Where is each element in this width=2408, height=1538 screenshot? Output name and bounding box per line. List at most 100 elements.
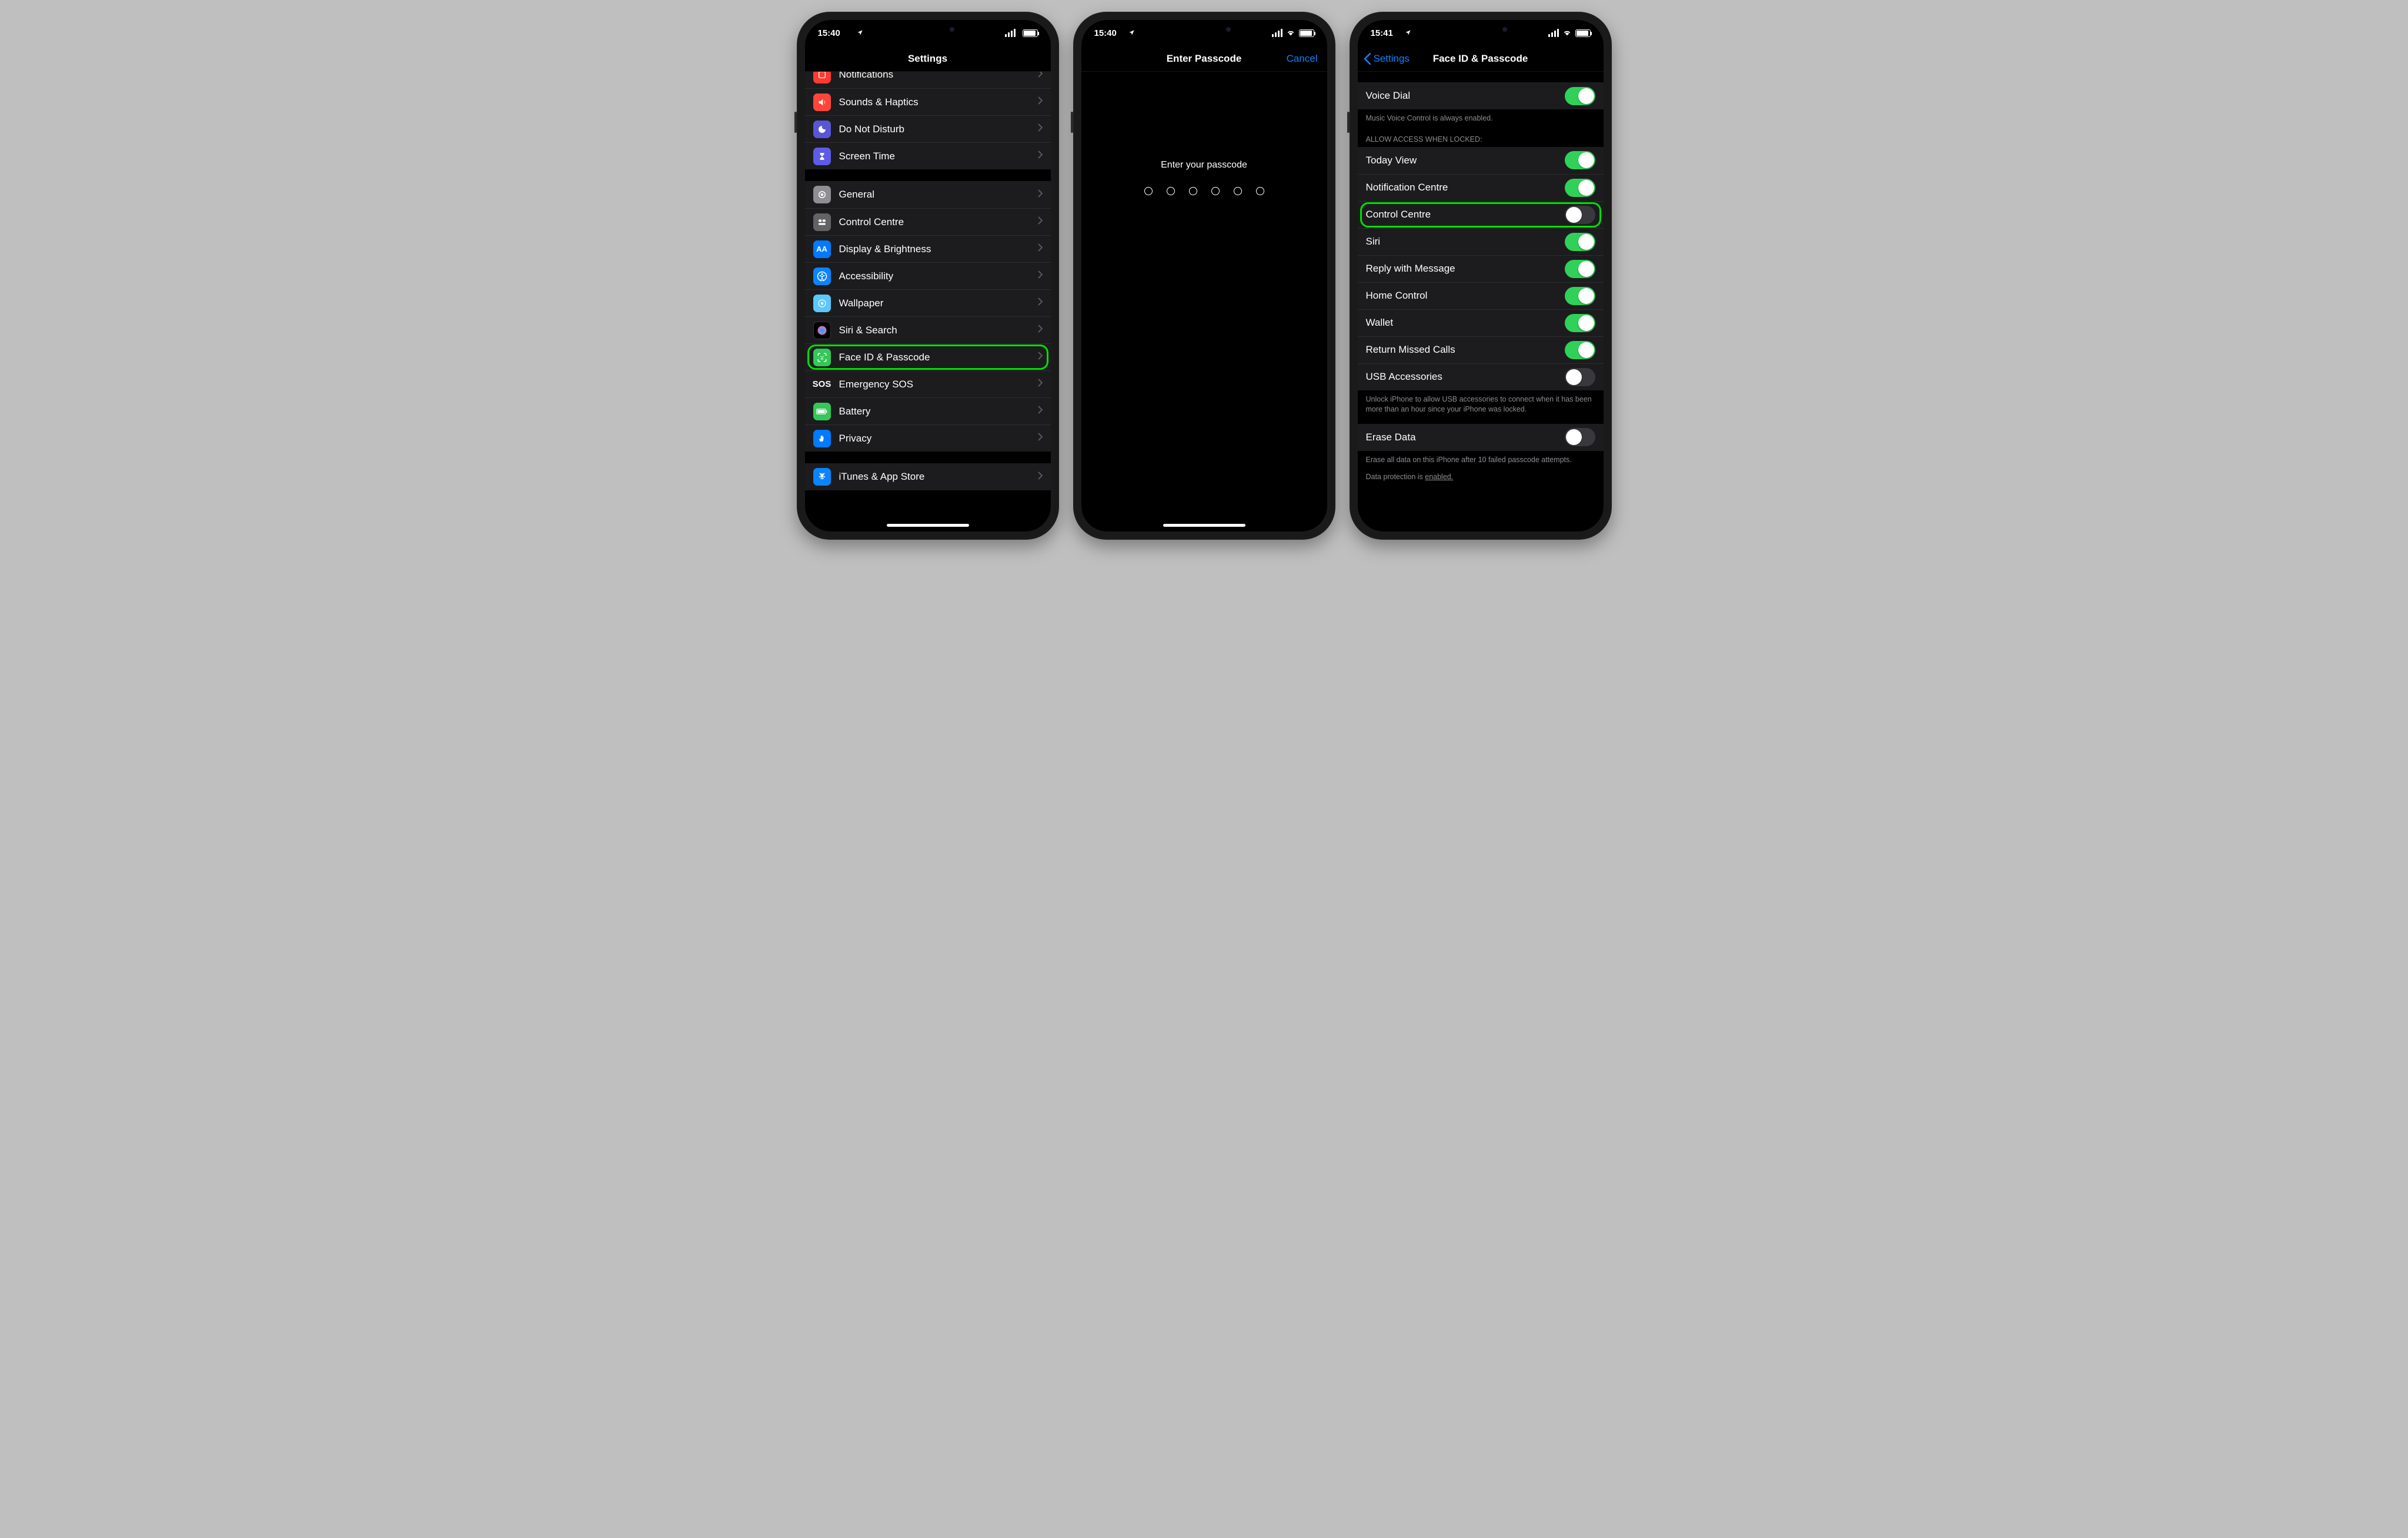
chevron-right-icon <box>1038 325 1043 336</box>
status-time: 15:40 <box>818 28 840 38</box>
cellular-signal-icon <box>1548 29 1559 37</box>
row-sounds[interactable]: Sounds & Haptics <box>805 88 1051 115</box>
row-label: Wallpaper <box>839 297 1038 309</box>
nav-bar: Settings Face ID & Passcode <box>1358 46 1604 72</box>
row-label: Home Control <box>1366 290 1428 302</box>
row-general[interactable]: General <box>805 181 1051 208</box>
toggle-today-view[interactable] <box>1565 151 1595 169</box>
passcode-dot <box>1256 187 1264 195</box>
passcode-dot <box>1189 187 1197 195</box>
toggle-home-control[interactable] <box>1565 287 1595 305</box>
row-return-missed-calls[interactable]: Return Missed Calls <box>1358 336 1604 363</box>
home-indicator[interactable] <box>1163 524 1245 527</box>
toggle-control-centre[interactable] <box>1565 206 1595 224</box>
row-label: Voice Dial <box>1366 90 1411 102</box>
location-arrow-icon <box>1128 28 1135 38</box>
nav-title: Enter Passcode <box>1167 53 1242 65</box>
nav-bar: Settings <box>805 46 1051 72</box>
row-privacy[interactable]: Privacy <box>805 424 1051 452</box>
toggle-voice-dial[interactable] <box>1565 87 1595 105</box>
toggle-erase-data[interactable] <box>1565 428 1595 446</box>
battery-icon <box>1575 29 1591 37</box>
toggle-reply-with-message[interactable] <box>1565 260 1595 278</box>
chevron-right-icon <box>1038 379 1043 390</box>
toggle-usb-accessories[interactable] <box>1565 368 1595 386</box>
chevron-right-icon <box>1038 472 1043 483</box>
row-label: Return Missed Calls <box>1366 344 1455 356</box>
face-id-icon <box>813 349 831 366</box>
phone-passcode: 15:40 Enter Passcode Cancel Enter your p… <box>1073 12 1335 540</box>
cancel-button[interactable]: Cancel <box>1287 53 1318 65</box>
display-icon: AA <box>813 240 831 258</box>
faceid-list[interactable]: Voice Dial Music Voice Control is always… <box>1358 72 1604 531</box>
row-label: Face ID & Passcode <box>839 352 1038 363</box>
row-label: Accessibility <box>839 270 1038 282</box>
status-time: 15:40 <box>1094 28 1117 38</box>
voice-dial-footer: Music Voice Control is always enabled. <box>1358 109 1604 125</box>
row-label: Notification Centre <box>1366 182 1448 193</box>
privacy-icon <box>813 430 831 447</box>
chevron-right-icon <box>1038 123 1043 135</box>
hourglass-icon <box>813 148 831 165</box>
row-accessibility[interactable]: Accessibility <box>805 262 1051 289</box>
sos-icon: SOS <box>813 376 831 393</box>
row-control-centre[interactable]: Control Centre <box>805 208 1051 235</box>
location-arrow-icon <box>857 28 863 38</box>
row-siri[interactable]: Siri & Search <box>805 316 1051 343</box>
row-label: Control Centre <box>839 216 1038 228</box>
accessibility-icon <box>813 268 831 285</box>
settings-list[interactable]: Notifications Sounds & Haptics Do Not Di… <box>805 72 1051 531</box>
toggle-siri[interactable] <box>1565 233 1595 251</box>
row-label: Erase Data <box>1366 432 1416 443</box>
row-label: Today View <box>1366 155 1417 166</box>
row-usb-accessories[interactable]: USB Accessories <box>1358 363 1604 390</box>
passcode-entry: Enter your passcode <box>1081 72 1327 531</box>
row-control-centre[interactable]: Control Centre <box>1358 201 1604 228</box>
passcode-dot <box>1167 187 1175 195</box>
row-display[interactable]: AA Display & Brightness <box>805 235 1051 262</box>
chevron-right-icon <box>1038 216 1043 228</box>
row-battery[interactable]: Battery <box>805 397 1051 424</box>
control-centre-icon <box>813 213 831 231</box>
toggle-return-missed-calls[interactable] <box>1565 341 1595 359</box>
sounds-icon <box>813 93 831 111</box>
row-label: Screen Time <box>839 151 1038 162</box>
row-siri[interactable]: Siri <box>1358 228 1604 255</box>
row-home-control[interactable]: Home Control <box>1358 282 1604 309</box>
moon-icon <box>813 121 831 138</box>
row-label: Notifications <box>839 72 1038 81</box>
row-itunes[interactable]: iTunes & App Store <box>805 463 1051 490</box>
row-sos[interactable]: SOS Emergency SOS <box>805 370 1051 397</box>
row-voice-dial[interactable]: Voice Dial <box>1358 82 1604 109</box>
row-label: Wallet <box>1366 317 1394 329</box>
back-button[interactable]: Settings <box>1364 53 1410 65</box>
siri-icon <box>813 322 831 339</box>
battery-icon-row <box>813 403 831 420</box>
row-wallet[interactable]: Wallet <box>1358 309 1604 336</box>
home-indicator[interactable] <box>887 524 969 527</box>
passcode-dots <box>1144 187 1264 195</box>
toggle-wallet[interactable] <box>1565 314 1595 332</box>
row-dnd[interactable]: Do Not Disturb <box>805 115 1051 142</box>
row-wallpaper[interactable]: Wallpaper <box>805 289 1051 316</box>
row-notifications[interactable]: Notifications <box>805 72 1051 88</box>
row-screen-time[interactable]: Screen Time <box>805 142 1051 169</box>
row-notification-centre[interactable]: Notification Centre <box>1358 174 1604 201</box>
notch <box>1425 20 1537 38</box>
toggle-notification-centre[interactable] <box>1565 179 1595 197</box>
chevron-right-icon <box>1038 270 1043 282</box>
cellular-signal-icon <box>1005 29 1016 37</box>
passcode-dot <box>1211 187 1220 195</box>
chevron-right-icon <box>1038 406 1043 417</box>
row-today-view[interactable]: Today View <box>1358 147 1604 174</box>
row-erase-data[interactable]: Erase Data <box>1358 424 1604 451</box>
chevron-right-icon <box>1038 352 1043 363</box>
row-reply-with-message[interactable]: Reply with Message <box>1358 255 1604 282</box>
wallpaper-icon <box>813 295 831 312</box>
battery-icon <box>1299 29 1314 37</box>
dp-link[interactable]: enabled. <box>1425 473 1453 481</box>
row-face-id[interactable]: Face ID & Passcode <box>805 343 1051 370</box>
row-label: Emergency SOS <box>839 379 1038 390</box>
dp-prefix: Data protection is <box>1366 473 1425 481</box>
chevron-right-icon <box>1038 96 1043 108</box>
